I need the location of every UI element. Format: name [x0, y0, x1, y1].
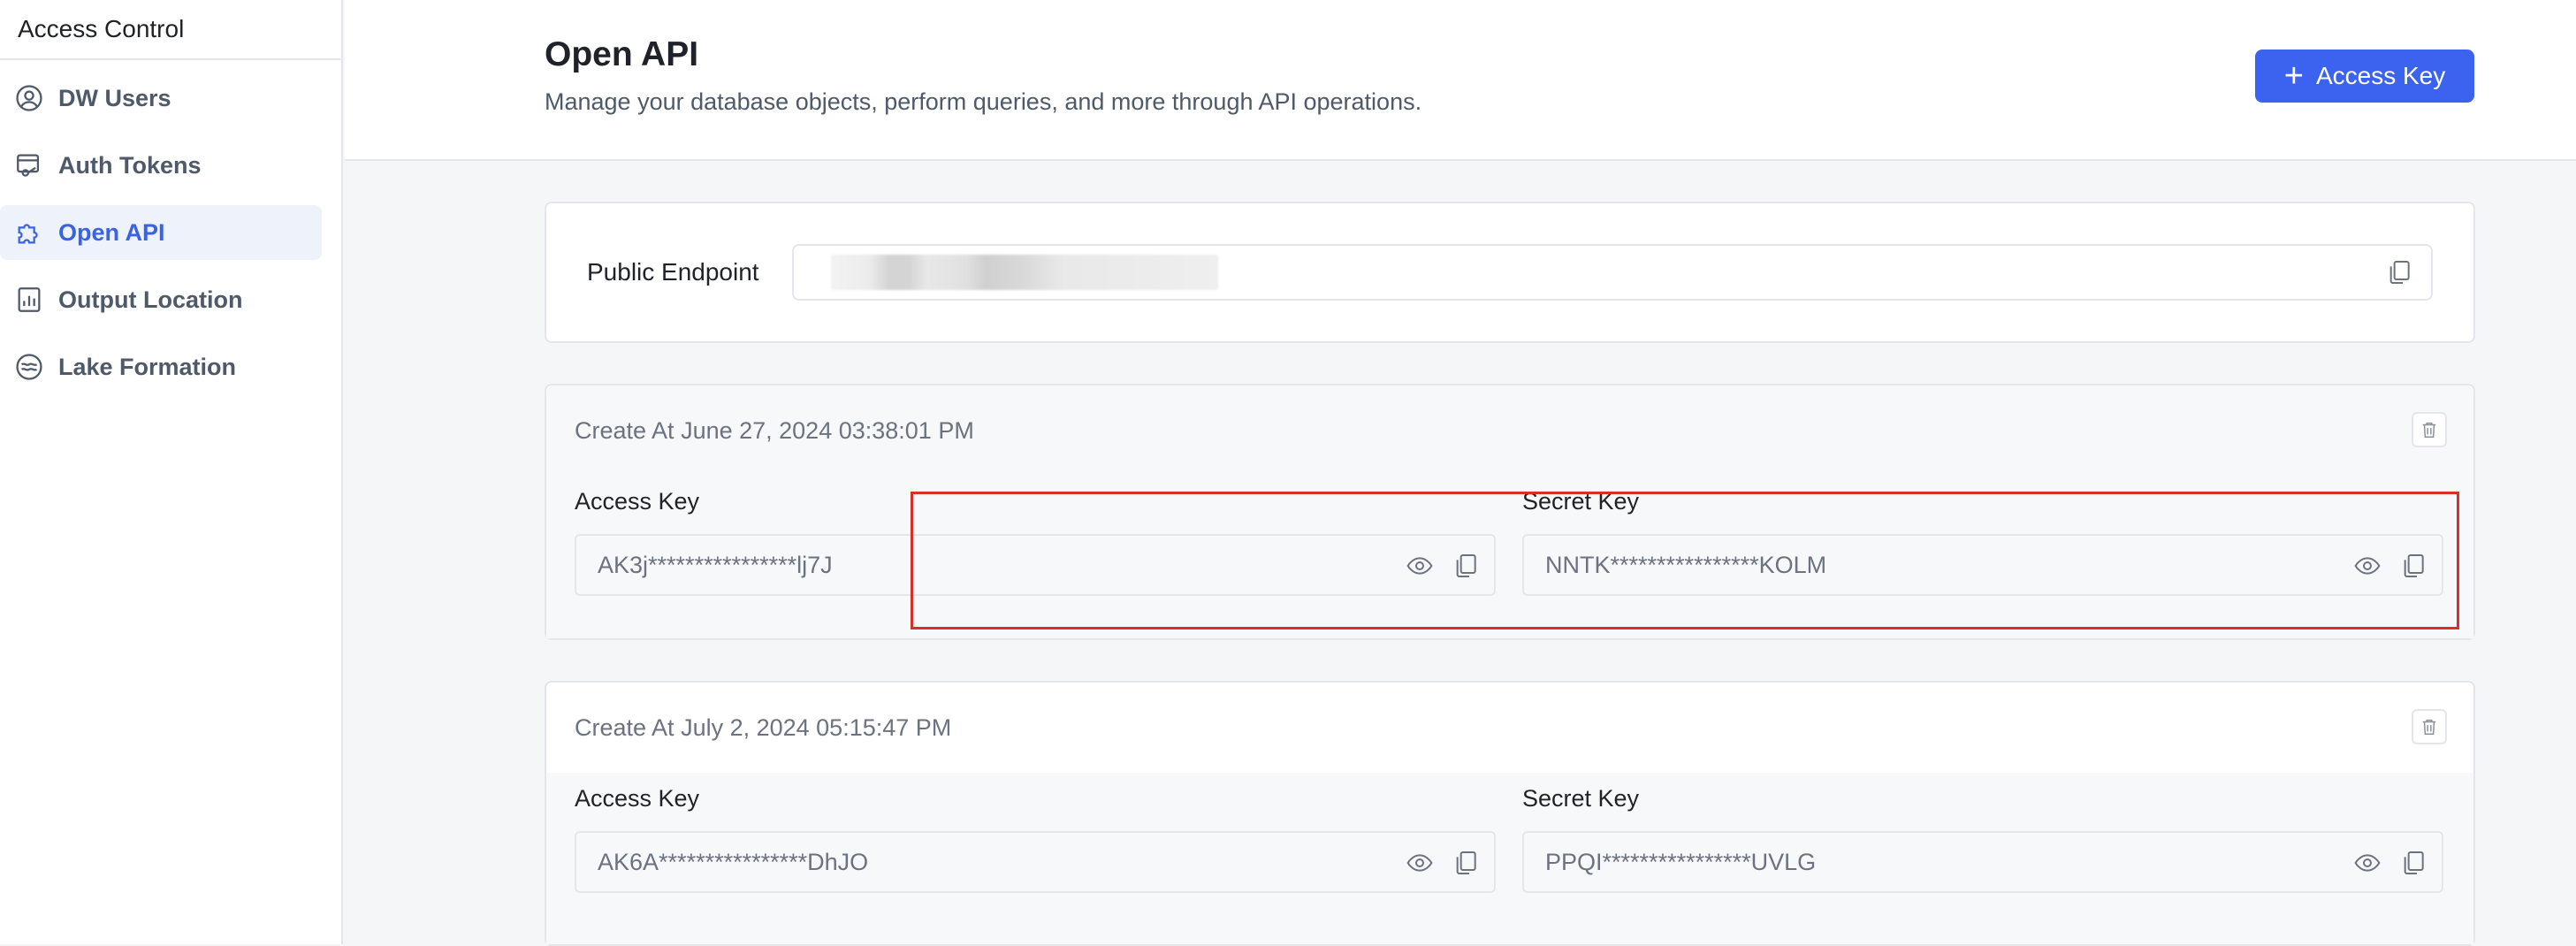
access-key-column: Access Key AK3j****************lj7J: [575, 476, 1496, 596]
key-card-header: Create At June 27, 2024 03:38:01 PM: [546, 385, 2473, 476]
sidebar-item-label: Open API: [58, 218, 165, 246]
secret-key-column: Secret Key NNTK****************KOLM: [1522, 476, 2443, 596]
eye-icon[interactable]: [1406, 849, 1434, 877]
endpoint-card: Public Endpoint: [545, 202, 2475, 343]
access-key-card: Create At July 2, 2024 05:15:47 PM Acces…: [545, 681, 2475, 946]
add-access-key-button[interactable]: + Access Key: [2255, 50, 2474, 103]
eye-icon[interactable]: [2353, 849, 2382, 877]
token-icon: [14, 150, 44, 180]
trash-icon: [2422, 422, 2436, 438]
sidebar-item-label: Output Location: [58, 286, 243, 313]
secret-key-field[interactable]: NNTK****************KOLM: [1522, 534, 2443, 596]
sidebar-item-output-location[interactable]: Output Location: [0, 272, 322, 327]
sidebar-item-dw-users[interactable]: DW Users: [0, 71, 322, 126]
sidebar-nav: DW Users Auth Tokens Open API Output Loc…: [0, 60, 341, 394]
key-card-body: Access Key AK3j****************lj7J Secr…: [546, 476, 2473, 638]
access-key-card: Create At June 27, 2024 03:38:01 PM Acce…: [545, 384, 2475, 640]
main-content: Open API Manage your database objects, p…: [345, 0, 2576, 946]
sidebar-item-label: Auth Tokens: [58, 151, 202, 179]
access-key-field[interactable]: AK3j****************lj7J: [575, 534, 1496, 596]
key-card-header: Create At July 2, 2024 05:15:47 PM: [546, 683, 2473, 773]
copy-icon[interactable]: [1452, 552, 1480, 580]
copy-icon[interactable]: [2385, 258, 2413, 286]
secret-key-label: Secret Key: [1522, 488, 1640, 515]
secret-key-value: PPQI****************UVLG: [1545, 848, 1817, 875]
eye-icon[interactable]: [2353, 552, 2382, 580]
page-header: Open API Manage your database objects, p…: [345, 0, 2576, 161]
puzzle-icon: [14, 217, 44, 248]
access-key-value: AK6A****************DhJO: [598, 848, 869, 875]
plus-icon: +: [2283, 57, 2304, 95]
copy-icon[interactable]: [2399, 552, 2427, 580]
key-card-body: Access Key AK6A****************DhJO Secr…: [546, 773, 2473, 944]
page-title: Open API: [545, 35, 699, 73]
sidebar-item-open-api[interactable]: Open API: [0, 205, 322, 260]
trash-icon: [2422, 719, 2436, 735]
page-subtitle: Manage your database objects, perform qu…: [545, 88, 1422, 115]
secret-key-field[interactable]: PPQI****************UVLG: [1522, 831, 2443, 893]
copy-icon[interactable]: [1452, 849, 1480, 877]
eye-icon[interactable]: [1406, 552, 1434, 580]
redacted-endpoint-value: [831, 255, 1218, 290]
sidebar-item-auth-tokens[interactable]: Auth Tokens: [0, 138, 322, 193]
add-access-key-label: Access Key: [2315, 62, 2446, 89]
created-at-text: Create At July 2, 2024 05:15:47 PM: [575, 714, 952, 741]
access-key-column: Access Key AK6A****************DhJO: [575, 773, 1496, 893]
public-endpoint-field[interactable]: [792, 244, 2433, 301]
sidebar-item-lake-formation[interactable]: Lake Formation: [0, 339, 322, 394]
sidebar-item-label: Lake Formation: [58, 353, 237, 380]
sidebar-title: Access Control: [0, 0, 341, 60]
access-key-field[interactable]: AK6A****************DhJO: [575, 831, 1496, 893]
access-key-value: AK3j****************lj7J: [598, 551, 833, 578]
access-key-label: Access Key: [575, 488, 700, 515]
sidebar-item-label: DW Users: [58, 84, 171, 111]
secret-key-value: NNTK****************KOLM: [1545, 551, 1827, 578]
secret-key-column: Secret Key PPQI****************UVLG: [1522, 773, 2443, 893]
secret-key-label: Secret Key: [1522, 785, 1640, 812]
lake-icon: [14, 352, 44, 382]
copy-icon[interactable]: [2399, 849, 2427, 877]
access-key-label: Access Key: [575, 785, 700, 812]
created-at-text: Create At June 27, 2024 03:38:01 PM: [575, 417, 974, 444]
delete-key-button[interactable]: [2412, 412, 2447, 447]
sidebar: Access Control DW Users Auth Tokens Open…: [0, 0, 343, 944]
endpoint-label: Public Endpoint: [587, 258, 759, 286]
chart-file-icon: [14, 285, 44, 315]
user-circle-icon: [14, 83, 44, 113]
delete-key-button[interactable]: [2412, 709, 2447, 744]
